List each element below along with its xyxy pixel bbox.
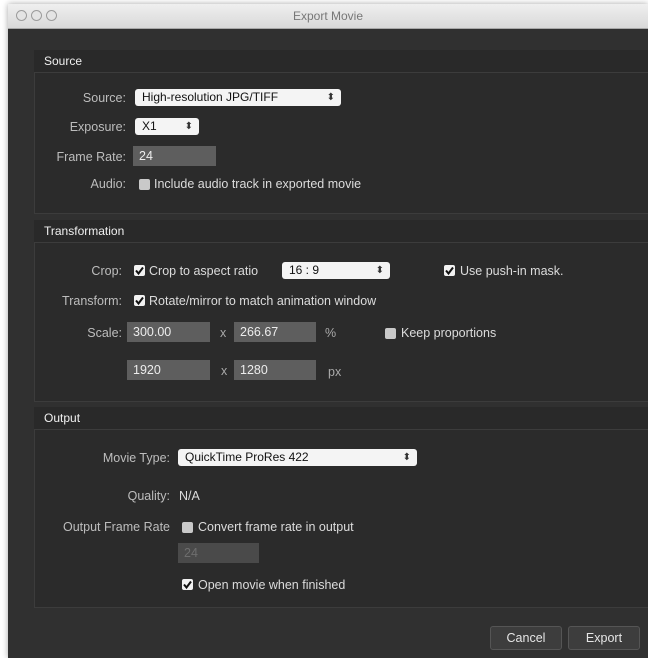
cancel-button[interactable]: Cancel — [490, 626, 562, 650]
pixel-width-field[interactable]: 1920 — [127, 360, 210, 380]
select-arrows-icon: ⬍ — [402, 452, 411, 463]
source-select-value: High-resolution JPG/TIFF — [142, 90, 279, 104]
transform-label: Transform: — [62, 294, 122, 308]
scale-label: Scale: — [87, 326, 122, 340]
source-select[interactable]: High-resolution JPG/TIFF ⬍ — [135, 89, 341, 106]
open-when-finished-checkbox[interactable] — [182, 579, 193, 590]
percent-unit: % — [325, 326, 337, 340]
audio-checkbox-label: Include audio track in exported movie — [154, 177, 362, 191]
keep-proportions-checkbox[interactable] — [385, 328, 396, 339]
source-label: Source: — [82, 91, 126, 105]
movie-type-select-value: QuickTime ProRes 422 — [185, 450, 309, 464]
movie-type-select[interactable]: QuickTime ProRes 422 ⬍ — [178, 449, 417, 466]
convert-frame-rate-label: Convert frame rate in output — [198, 520, 354, 534]
aspect-ratio-select-value: 16 : 9 — [289, 263, 320, 277]
checkmark-icon — [445, 266, 454, 276]
audio-checkbox[interactable] — [139, 179, 150, 190]
exposure-label: Exposure: — [69, 120, 126, 134]
transformation-section-header: Transformation — [34, 220, 648, 242]
quality-label: Quality: — [127, 489, 170, 503]
checkmark-icon — [183, 580, 192, 590]
audio-label: Audio: — [90, 177, 126, 191]
rotate-mirror-label: Rotate/mirror to match animation window — [149, 294, 377, 308]
output-section-title: Output — [44, 411, 81, 425]
scale-y-field[interactable]: 266.67 — [234, 322, 316, 342]
source-panel — [34, 72, 648, 214]
movie-type-label: Movie Type: — [102, 451, 170, 465]
select-arrows-icon: ⬍ — [326, 92, 335, 103]
crop-checkbox-label: Crop to aspect ratio — [149, 264, 259, 278]
push-in-mask-label: Use push-in mask. — [460, 264, 564, 278]
quality-value: N/A — [179, 489, 200, 503]
source-section-title: Source — [44, 54, 83, 68]
scale-times-symbol: x — [220, 326, 227, 340]
convert-frame-rate-checkbox[interactable] — [182, 522, 193, 533]
export-button[interactable]: Export — [568, 626, 640, 650]
title-bar: Export Movie — [8, 4, 648, 29]
exposure-select[interactable]: X1 ⬍ — [135, 118, 199, 135]
crop-checkbox[interactable] — [134, 265, 145, 276]
checkmark-icon — [135, 296, 144, 306]
pixel-unit: px — [328, 365, 342, 379]
select-arrows-icon: ⬍ — [184, 121, 193, 132]
frame-rate-label: Frame Rate: — [56, 150, 126, 164]
open-when-finished-label: Open movie when finished — [198, 578, 346, 592]
checkmark-icon — [135, 266, 144, 276]
crop-label: Crop: — [91, 264, 122, 278]
exposure-select-value: X1 — [142, 119, 157, 133]
select-arrows-icon: ⬍ — [375, 265, 384, 276]
push-in-mask-checkbox[interactable] — [444, 265, 455, 276]
export-movie-dialog: Export Movie Source Source: High-resolut… — [8, 4, 648, 658]
aspect-ratio-select[interactable]: 16 : 9 ⬍ — [282, 262, 390, 279]
keep-proportions-label: Keep proportions — [401, 326, 497, 340]
transformation-section-title: Transformation — [44, 224, 125, 238]
pixel-height-field[interactable]: 1280 — [234, 360, 316, 380]
rotate-mirror-checkbox[interactable] — [134, 295, 145, 306]
frame-rate-field[interactable]: 24 — [133, 146, 216, 166]
converted-frame-rate-field[interactable]: 24 — [178, 543, 259, 563]
window-title: Export Movie — [292, 9, 364, 23]
output-section-header: Output — [34, 407, 648, 429]
source-section-header: Source — [34, 50, 648, 72]
output-frame-rate-label: Output Frame Rate — [63, 520, 170, 534]
scale-x-field[interactable]: 300.00 — [127, 322, 210, 342]
pixel-times-symbol: x — [221, 364, 228, 378]
